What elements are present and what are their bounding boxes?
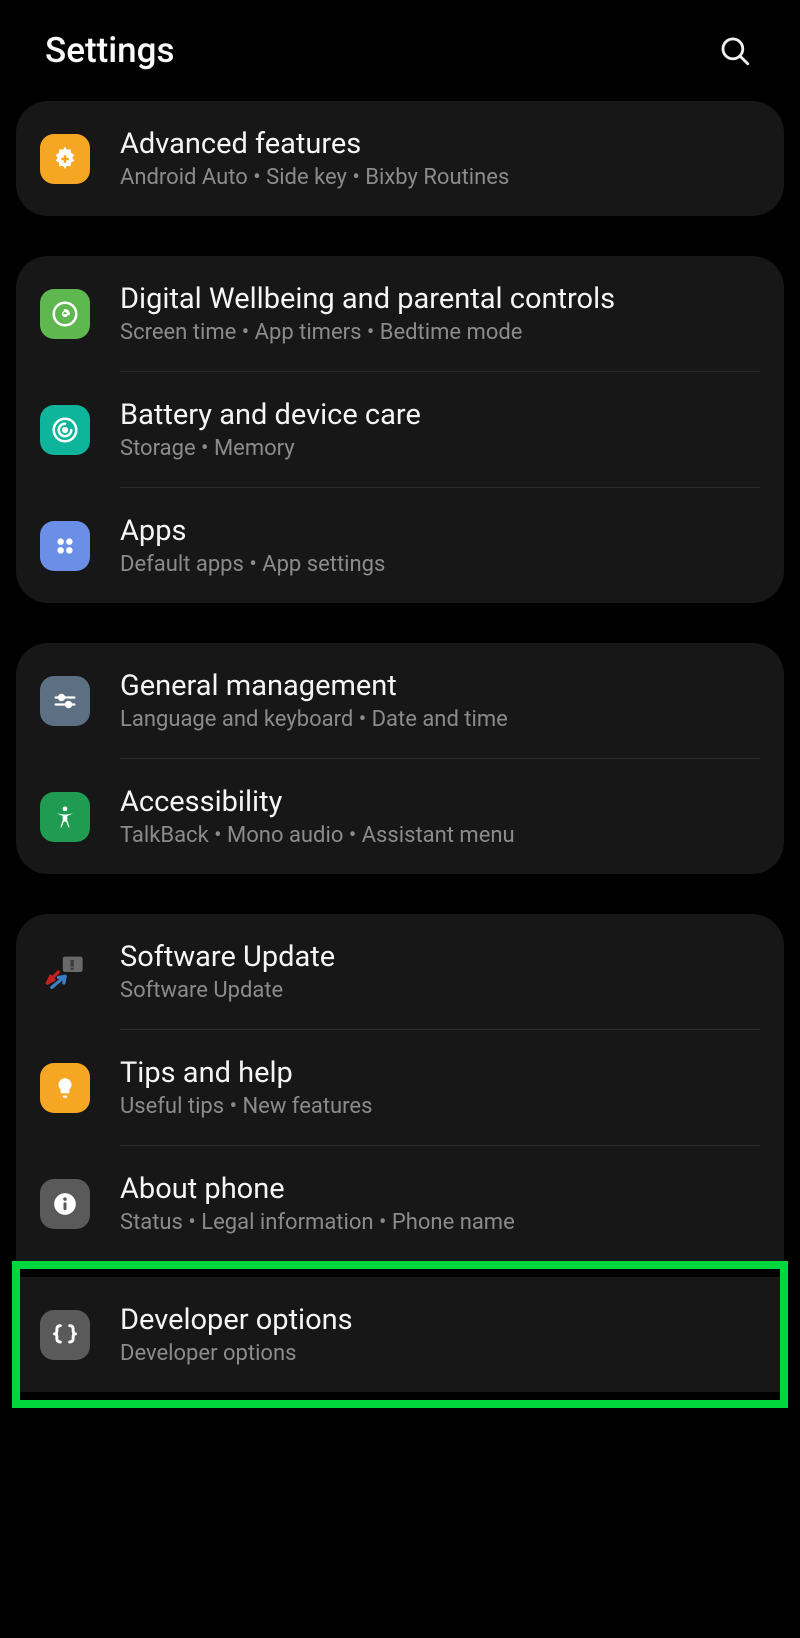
row-subtitle: Software Update [120,978,335,1003]
row-subtitle: Useful tips • New features [120,1094,372,1119]
row-title: Accessibility [120,785,515,819]
row-text: Apps Default apps • App settings [120,514,385,577]
apps-icon [40,521,90,571]
row-subtitle: Screen time • App timers • Bedtime mode [120,320,615,345]
row-subtitle: Language and keyboard • Date and time [120,707,508,732]
bulb-icon [40,1063,90,1113]
header: Settings [0,0,800,101]
row-text: Tips and help Useful tips • New features [120,1056,372,1119]
row-text: Advanced features Android Auto • Side ke… [120,127,509,190]
row-battery-device-care[interactable]: Battery and device care Storage • Memory [16,372,784,487]
highlight-box: Developer options Developer options [12,1261,788,1408]
row-title: General management [120,669,508,703]
row-digital-wellbeing[interactable]: Digital Wellbeing and parental controls … [16,256,784,371]
row-general-management[interactable]: General management Language and keyboard… [16,643,784,758]
row-about-phone[interactable]: About phone Status • Legal information •… [16,1146,784,1261]
row-developer-options[interactable]: Developer options Developer options [20,1277,780,1392]
device-care-icon [40,405,90,455]
row-title: Software Update [120,940,335,974]
settings-group: Digital Wellbeing and parental controls … [16,256,784,603]
settings-group: Advanced features Android Auto • Side ke… [16,101,784,216]
row-title: About phone [120,1172,515,1206]
braces-icon [40,1310,90,1360]
row-text: Software Update Software Update [120,940,335,1003]
row-software-update[interactable]: Software Update Software Update [16,914,784,1029]
software-update-icon [40,947,90,997]
sliders-icon [40,676,90,726]
row-subtitle: Developer options [120,1341,353,1366]
row-text: General management Language and keyboard… [120,669,508,732]
row-title: Developer options [120,1303,353,1337]
row-subtitle: Storage • Memory [120,436,421,461]
accessibility-icon [40,792,90,842]
row-text: Developer options Developer options [120,1303,353,1366]
row-apps[interactable]: Apps Default apps • App settings [16,488,784,603]
settings-group: Software Update Software Update Tips and… [16,914,784,1261]
row-title: Tips and help [120,1056,372,1090]
wellbeing-icon [40,289,90,339]
row-subtitle: TalkBack • Mono audio • Assistant menu [120,823,515,848]
row-subtitle: Android Auto • Side key • Bixby Routines [120,165,509,190]
row-title: Digital Wellbeing and parental controls [120,282,615,316]
advanced-features-icon [40,134,90,184]
row-advanced-features[interactable]: Advanced features Android Auto • Side ke… [16,101,784,216]
settings-group: General management Language and keyboard… [16,643,784,874]
info-icon [40,1179,90,1229]
row-subtitle: Status • Legal information • Phone name [120,1210,515,1235]
row-accessibility[interactable]: Accessibility TalkBack • Mono audio • As… [16,759,784,874]
row-text: Digital Wellbeing and parental controls … [120,282,615,345]
row-text: Battery and device care Storage • Memory [120,398,421,461]
row-subtitle: Default apps • App settings [120,552,385,577]
search-button[interactable] [715,31,755,71]
row-title: Battery and device care [120,398,421,432]
page-title: Settings [45,30,175,71]
row-tips-and-help[interactable]: Tips and help Useful tips • New features [16,1030,784,1145]
row-text: Accessibility TalkBack • Mono audio • As… [120,785,515,848]
search-icon [718,34,752,68]
row-text: About phone Status • Legal information •… [120,1172,515,1235]
row-title: Advanced features [120,127,509,161]
row-title: Apps [120,514,385,548]
